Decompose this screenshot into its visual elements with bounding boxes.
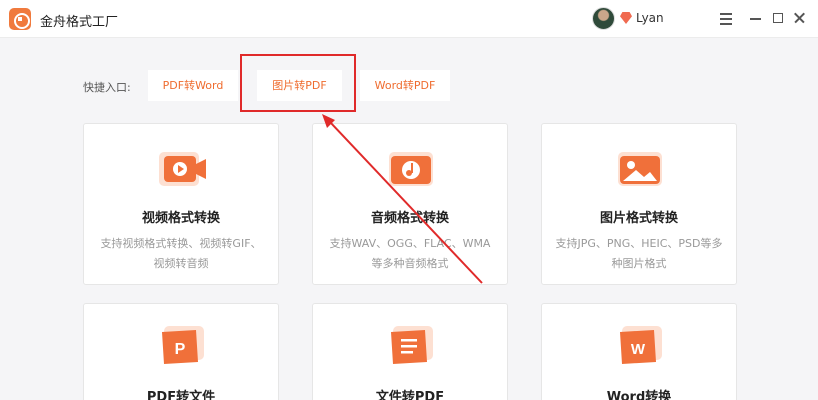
card-title: 视频格式转换 — [141, 211, 220, 226]
maximize-icon — [773, 13, 783, 23]
card-title: 文件转PDF — [375, 390, 445, 400]
card-description: 支持JPG、PNG、HEIC、PSD等多种图片格式 — [555, 237, 723, 270]
card-pdf-to-file[interactable]: P PDF转文件 — [83, 303, 279, 400]
document-icon — [391, 326, 433, 364]
close-button[interactable] — [790, 8, 810, 28]
word-glyph: W — [631, 341, 646, 358]
music-note-icon — [389, 152, 433, 186]
minimize-button[interactable] — [746, 8, 766, 28]
menu-button[interactable] — [716, 8, 736, 28]
user-avatar[interactable] — [592, 7, 615, 30]
vip-diamond-icon — [620, 12, 632, 24]
video-camera-icon — [159, 152, 206, 186]
card-title: PDF转文件 — [146, 390, 216, 400]
quick-link-pdf-to-word[interactable]: PDF转Word — [148, 70, 238, 101]
card-word-convert[interactable]: W Word转换 — [541, 303, 737, 400]
card-title: Word转换 — [606, 390, 672, 400]
menu-icon — [720, 13, 732, 15]
menu-icon-line — [720, 18, 732, 20]
card-audio-convert[interactable]: 音频格式转换 支持WAV、OGG、FLAC、WMA等多种音频格式 — [312, 123, 508, 285]
user-name[interactable]: Lyan — [636, 11, 664, 25]
card-description: 支持视频格式转换、视频转GIF、视频转音频 — [100, 237, 262, 270]
card-image-convert[interactable]: 图片格式转换 支持JPG、PNG、HEIC、PSD等多种图片格式 — [541, 123, 737, 285]
pdf-glyph: P — [175, 341, 186, 358]
card-title: 音频格式转换 — [370, 211, 449, 226]
minimize-icon — [750, 18, 761, 20]
pdf-icon: P — [162, 326, 204, 364]
app-title: 金舟格式工厂 — [40, 15, 119, 30]
card-description: 支持WAV、OGG、FLAC、WMA等多种音频格式 — [329, 237, 491, 270]
app-logo-icon — [9, 8, 31, 30]
maximize-button[interactable] — [768, 8, 788, 28]
title-bar: 金舟格式工厂 Lyan — [0, 0, 818, 38]
quick-link-word-to-pdf[interactable]: Word转PDF — [360, 70, 450, 101]
card-title: 图片格式转换 — [599, 211, 678, 226]
menu-icon-line — [720, 23, 732, 25]
quick-entry-label: 快捷入口: — [83, 81, 131, 94]
card-video-convert[interactable]: 视频格式转换 支持视频格式转换、视频转GIF、视频转音频 — [83, 123, 279, 285]
word-icon: W — [620, 326, 662, 364]
annotation-highlight-box — [240, 54, 356, 112]
card-file-to-pdf[interactable]: 文件转PDF — [312, 303, 508, 400]
image-icon — [618, 152, 662, 186]
